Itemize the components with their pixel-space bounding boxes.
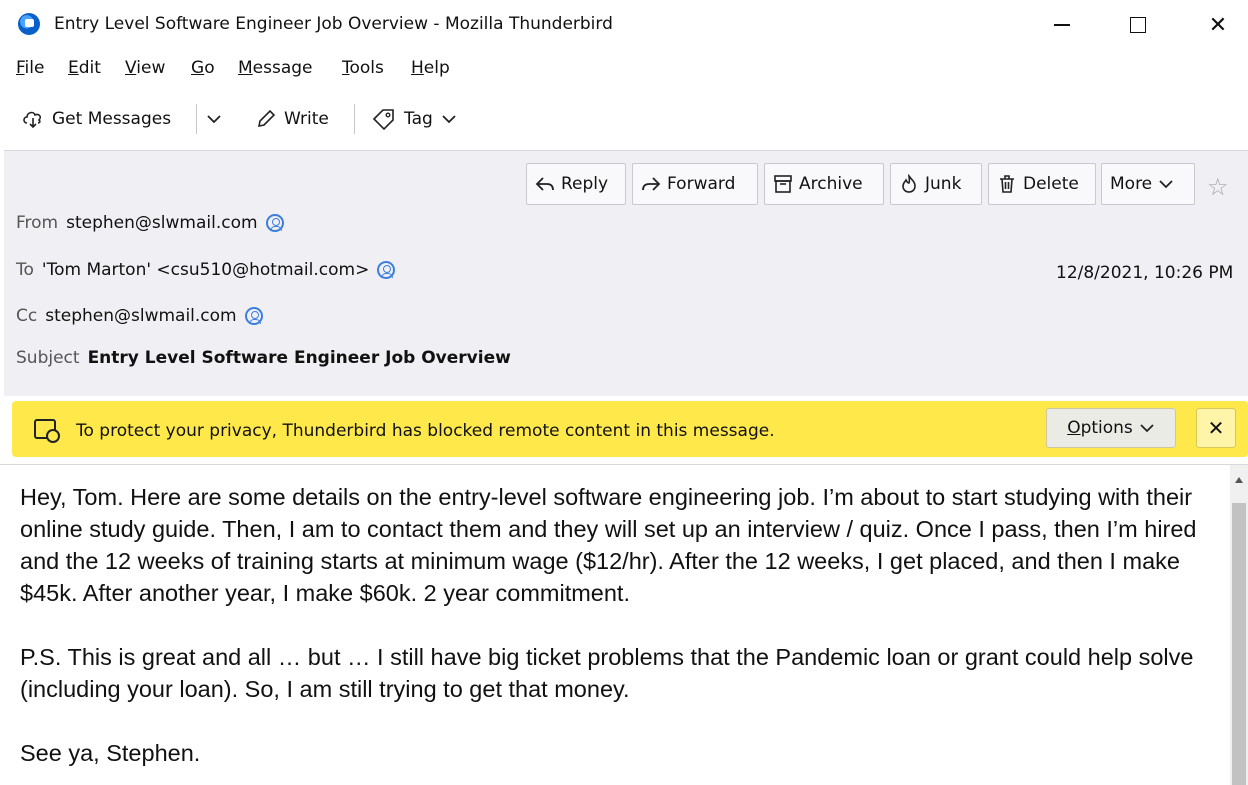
body-paragraph: P.S. This is great and all … but … I sti… [20,644,1194,702]
menu-tools[interactable]: Tools [342,58,384,78]
options-button[interactable]: Options [1046,408,1176,448]
tag-button[interactable]: Tag [372,104,457,134]
archive-label: Archive [799,174,863,194]
junk-label: Junk [925,174,962,194]
delete-label: Delete [1023,174,1079,194]
thunderbird-icon [18,13,40,35]
get-messages-dropdown[interactable] [206,104,222,134]
cloud-download-icon [23,111,42,129]
close-icon: ✕ [1207,416,1225,440]
scroll-up-arrow-icon[interactable] [1235,477,1243,483]
to-address[interactable]: 'Tom Marton' <csu510@hotmail.com> [42,260,369,280]
chevron-down-icon [1140,424,1154,433]
title-bar: Entry Level Software Engineer Job Overvi… [0,0,1248,50]
close-icon: ✕ [1208,12,1228,38]
window-title: Entry Level Software Engineer Job Overvi… [54,14,613,34]
menu-view[interactable]: View [125,58,165,78]
reply-button[interactable]: Reply [526,163,626,205]
cc-address[interactable]: stephen@slwmail.com [45,306,236,326]
archive-icon [774,175,792,193]
tag-label: Tag [404,109,433,129]
options-label: Options [1067,418,1133,438]
get-messages-label: Get Messages [52,109,172,129]
write-label: Write [284,109,329,129]
menu-go[interactable]: Go [191,58,215,78]
subject-row: Subject Entry Level Software Engineer Jo… [16,348,511,368]
remote-content-notice: To protect your privacy, Thunderbird has… [12,401,1248,457]
from-label: From [16,213,59,233]
body-paragraph: Hey, Tom. Here are some details on the e… [20,484,1197,606]
toolbar-separator [354,104,355,134]
forward-icon [642,177,661,191]
delete-button[interactable]: Delete [988,163,1096,205]
to-label: To [16,260,34,280]
reply-icon [535,177,554,191]
get-messages-button[interactable]: Get Messages [22,104,171,134]
subject-label: Subject [16,348,80,368]
minimize-icon [1054,24,1070,26]
archive-button[interactable]: Archive [764,163,884,205]
minimize-button[interactable] [1034,6,1090,44]
subject-value: Entry Level Software Engineer Job Overvi… [87,348,511,368]
menu-bar: File Edit View Go Message Tools Help [0,54,1248,86]
contact-icon[interactable] [377,261,396,279]
message-text: Hey, Tom. Here are some details on the e… [20,481,1215,785]
main-toolbar: Get Messages Write Tag [0,96,1248,142]
more-button[interactable]: More [1101,163,1195,205]
cc-row: Cc stephen@slwmail.com [16,306,263,326]
chevron-down-icon [442,115,456,124]
cc-label: Cc [16,306,38,326]
chevron-down-icon [1159,180,1173,189]
forward-label: Forward [667,174,736,194]
contact-icon[interactable] [244,307,263,325]
trash-icon [1000,175,1014,193]
contact-icon[interactable] [265,214,284,232]
vertical-scrollbar[interactable] [1230,465,1248,785]
forward-button[interactable]: Forward [632,163,758,205]
close-window-button[interactable]: ✕ [1190,6,1246,44]
menu-message[interactable]: Message [238,58,313,78]
notice-text: To protect your privacy, Thunderbird has… [76,421,775,441]
write-button[interactable]: Write [256,104,329,134]
from-address[interactable]: stephen@slwmail.com [66,213,257,233]
menu-edit[interactable]: Edit [68,58,101,78]
menu-file[interactable]: File [16,58,44,78]
maximize-icon [1130,17,1146,33]
maximize-button[interactable] [1110,6,1166,44]
tag-icon [372,109,394,130]
star-icon[interactable]: ☆ [1207,173,1229,201]
scrollbar-thumb[interactable] [1232,503,1246,785]
message-header: Reply Forward Archive Junk Delete More ☆… [4,150,1248,396]
body-paragraph: See ya, Stephen. [20,740,201,766]
chevron-down-icon [207,115,221,124]
pencil-icon [257,109,276,128]
close-notice-button[interactable]: ✕ [1196,408,1236,448]
junk-flame-icon [902,174,916,193]
junk-button[interactable]: Junk [890,163,982,205]
remote-content-blocked-icon [34,419,60,443]
to-row: To 'Tom Marton' <csu510@hotmail.com> [16,260,396,280]
message-date: 12/8/2021, 10:26 PM [1056,263,1234,283]
from-row: From stephen@slwmail.com [16,213,284,233]
toolbar-separator [196,104,197,134]
more-label: More [1110,174,1153,194]
message-body: Hey, Tom. Here are some details on the e… [0,464,1248,785]
reply-label: Reply [561,174,609,194]
menu-help[interactable]: Help [411,58,450,78]
